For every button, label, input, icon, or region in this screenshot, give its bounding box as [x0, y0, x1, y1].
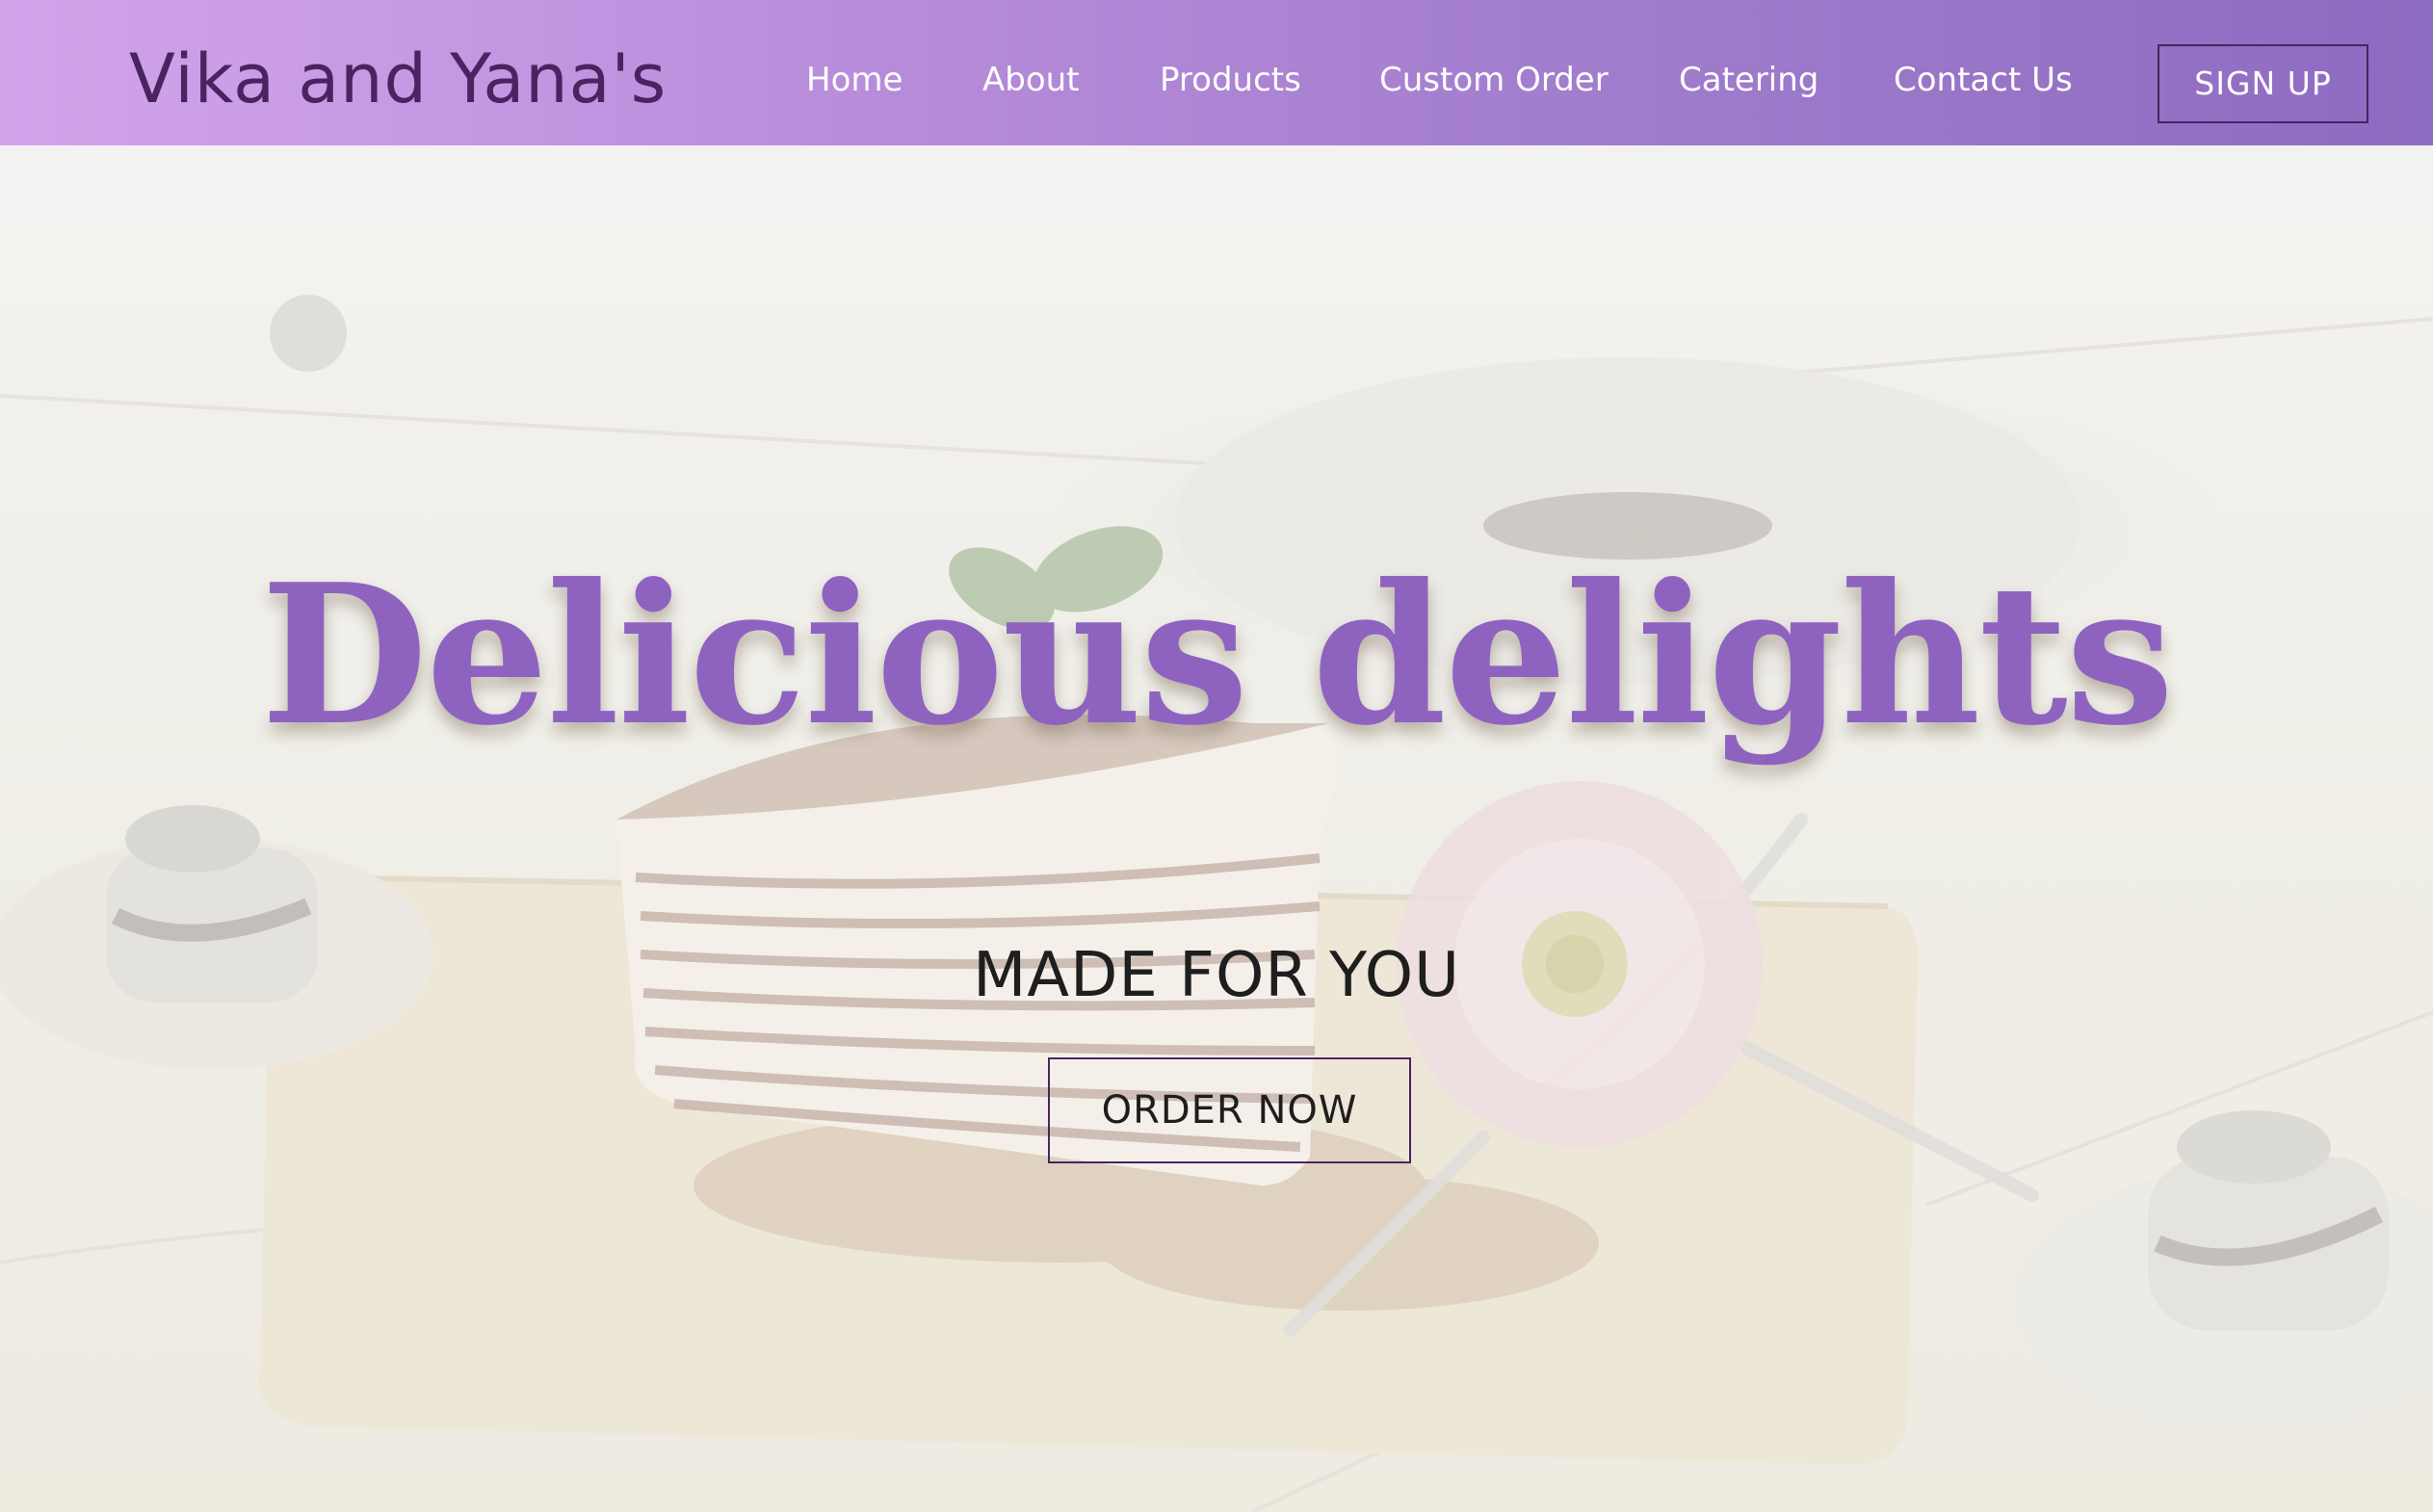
nav-catering[interactable]: Catering: [1679, 56, 1818, 104]
nav-custom-order[interactable]: Custom Order: [1379, 56, 1609, 104]
hero-section: Delicious delights MADE FOR YOU ORDER NO…: [0, 145, 2433, 1512]
brand-logo[interactable]: Vika and Yana's: [129, 40, 667, 117]
page: Vika and Yana's Home About Products Cust…: [0, 0, 2433, 1512]
hero-background-image: [0, 145, 2433, 1512]
hero-subtitle: MADE FOR YOU: [973, 940, 1460, 1011]
sign-up-button[interactable]: SIGN UP: [2158, 44, 2368, 123]
nav-contact-us[interactable]: Contact Us: [1894, 56, 2073, 104]
site-header: Vika and Yana's Home About Products Cust…: [0, 0, 2433, 145]
nav-about[interactable]: About: [982, 56, 1080, 104]
nav-home[interactable]: Home: [806, 56, 903, 104]
hero-title: Delicious delights: [260, 542, 2175, 769]
order-now-button[interactable]: ORDER NOW: [1048, 1057, 1411, 1163]
nav-products[interactable]: Products: [1160, 56, 1301, 104]
